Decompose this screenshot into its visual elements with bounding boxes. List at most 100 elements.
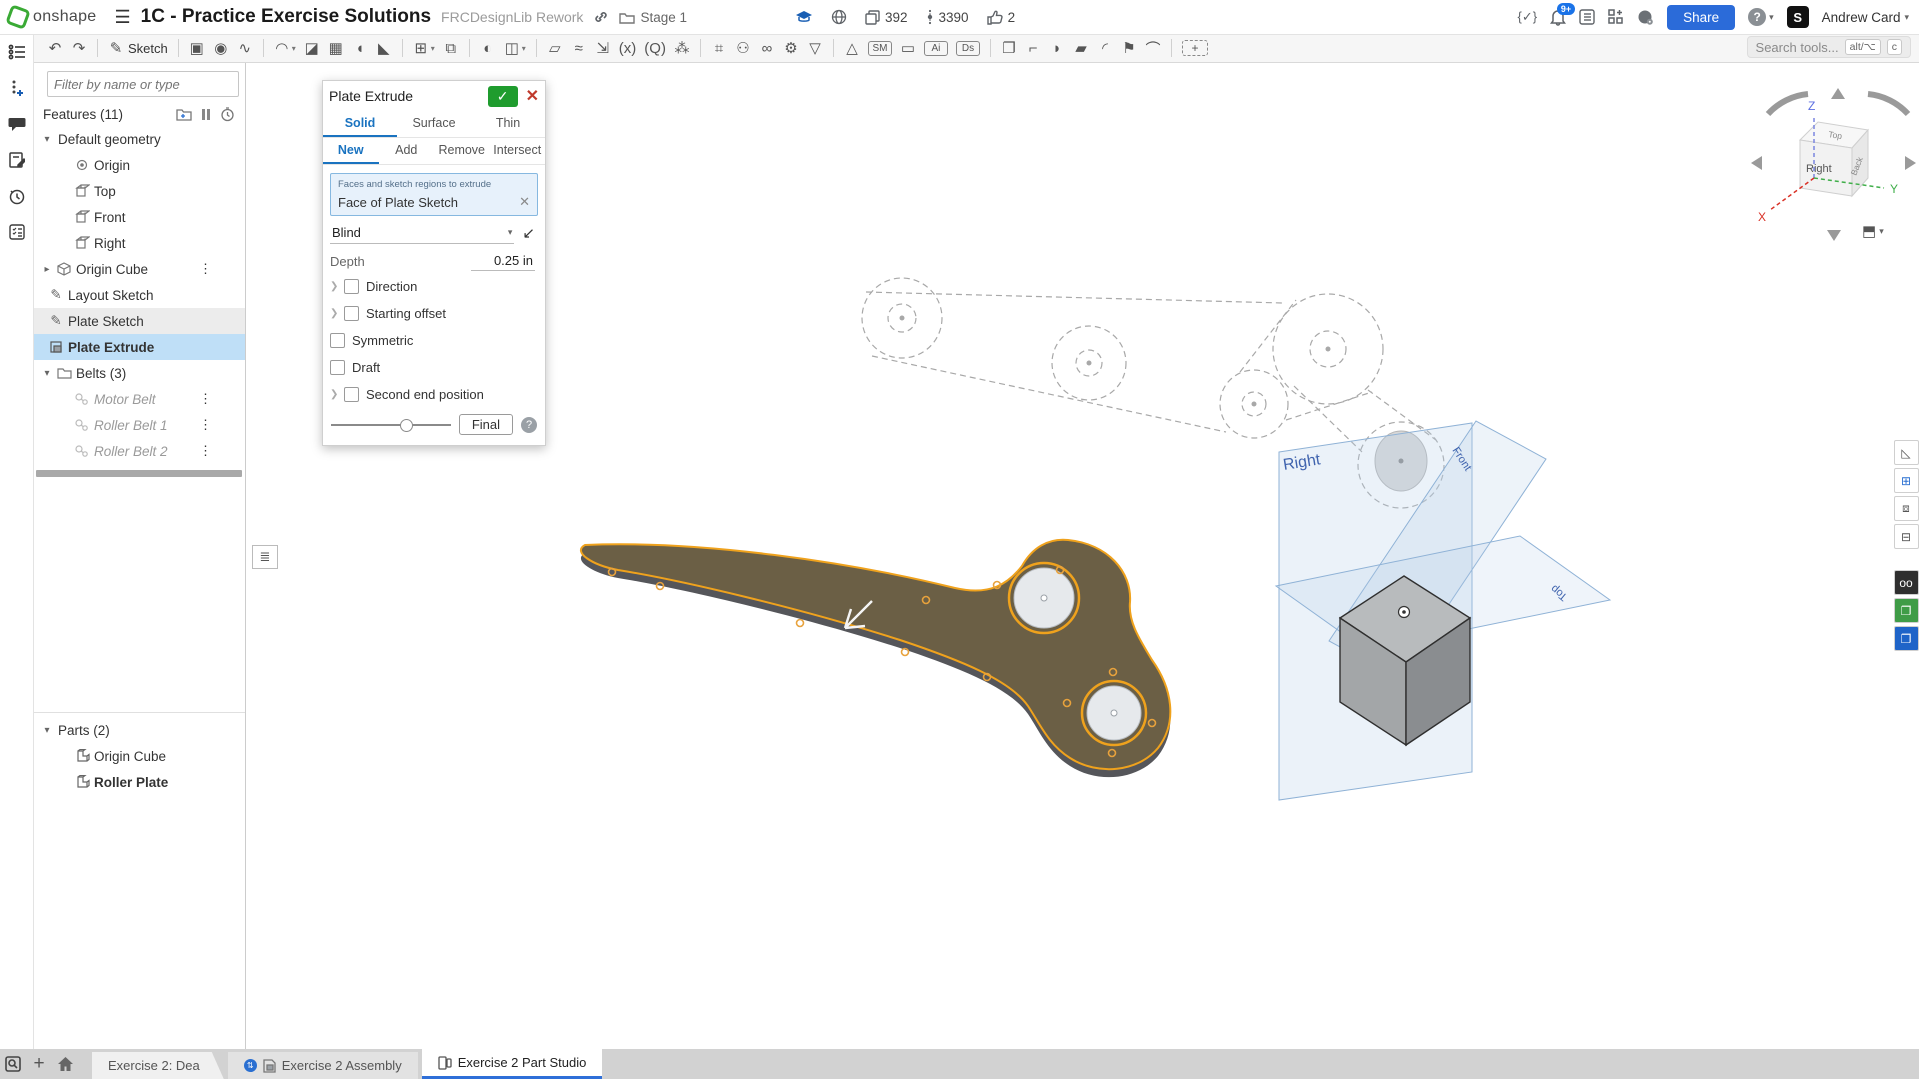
tool-plate-tool-icon[interactable]: ▰ [1069,36,1093,60]
tree-item-origin[interactable]: Origin [33,152,245,178]
draft-checkbox[interactable] [330,360,345,375]
tool-plane-icon[interactable]: ▱ [543,36,567,60]
hamburger-menu-icon[interactable]: ☰ [115,7,131,28]
roller-plate-part[interactable] [581,540,1170,777]
configurations-icon[interactable]: ⧈ [1894,496,1919,521]
symmetric-checkbox[interactable] [330,333,345,348]
new-tab-button[interactable]: + [26,1051,52,1077]
tab-exercise-2-part-studio[interactable]: Exercise 2 Part Studio [422,1049,603,1079]
tool-transform-icon[interactable]: ⇲ [591,36,615,60]
tab-add[interactable]: Add [379,138,435,164]
tool-mirror-icon[interactable]: ⧉ [439,36,463,60]
tree-item-motor-belt[interactable]: Motor Belt ⋮ [33,386,245,412]
user-menu[interactable]: Andrew Card ▾ [1822,10,1909,25]
rotate-up-arrow[interactable] [1831,88,1845,99]
document-title[interactable]: 1C - Practice Exercise Solutions [141,6,431,28]
expand-caret-icon[interactable]: ❯ [330,389,344,400]
collapse-caret-icon[interactable]: ▾ [39,368,55,379]
help-menu[interactable]: ? ▾ [1748,8,1774,26]
end-condition-dropdown[interactable]: Blind ▾ [330,222,514,244]
item-menu-dots-icon[interactable]: ⋮ [199,417,211,433]
dialog-help-icon[interactable]: ? [521,417,537,433]
tool-extrude-icon[interactable]: ▣ [185,36,209,60]
parts-header-row[interactable]: ▾ Parts (2) [33,717,245,743]
globe-icon[interactable] [831,9,847,25]
tree-item-top-plane[interactable]: Top [33,178,245,204]
link-icon[interactable] [593,9,609,25]
tool-boolean-icon[interactable]: ◐ [476,36,500,60]
second-end-checkbox[interactable] [344,387,359,402]
onshape-logo[interactable]: onshape [8,7,97,27]
tree-item-front-plane[interactable]: Front [33,204,245,230]
tool-ai-tool-icon[interactable]: Ai [920,36,952,60]
tree-item-right-plane[interactable]: Right [33,230,245,256]
breadcrumb[interactable]: Stage 1 [619,10,687,25]
comments-panel-icon[interactable] [7,114,27,134]
tool-pattern-icon[interactable]: ⊞▾ [409,36,439,60]
tab-search-icon[interactable] [0,1051,26,1077]
collapse-caret-icon[interactable]: ▾ [39,725,55,736]
versions-stat[interactable]: 3390 [926,9,969,25]
tree-item-plate-sketch[interactable]: ✎ Plate Sketch [33,308,245,334]
option-starting-offset[interactable]: ❯ Starting offset [323,300,545,327]
tool-ds-tool-icon[interactable]: Ds [952,36,984,60]
expand-caret-icon[interactable]: ❯ [330,281,344,292]
confirm-button[interactable]: ✓ [488,86,518,107]
user-avatar[interactable]: S [1787,6,1809,28]
option-direction[interactable]: ❯ Direction [323,273,545,300]
tree-item-origin-cube-feature[interactable]: ▸ Origin Cube ⋮ [33,256,245,282]
depth-value-field[interactable]: 0.25 in [471,251,535,271]
insert-item-icon[interactable] [7,78,27,98]
suppress-pause-icon[interactable] [202,109,210,120]
viewport-tree-toggle[interactable]: ≣ [252,545,278,569]
tool-enclose-icon[interactable]: ▦ [324,36,348,60]
tasks-list-icon[interactable] [1579,9,1595,25]
tool-replicate-icon[interactable]: ⁂ [670,36,694,60]
clear-selection-icon[interactable]: ✕ [519,194,530,210]
rotate-right-step-arrow[interactable] [1905,156,1916,170]
green-library-icon[interactable]: ❐ [1894,598,1919,623]
mkcad-robot-icon[interactable]: oo [1894,570,1919,595]
view-cube[interactable]: Right Top Back Z Y X [1751,88,1916,241]
tool-triangle-measure-icon[interactable]: △ [840,36,864,60]
history-panel-icon[interactable] [7,186,27,206]
tool-sweep-icon[interactable]: ∿ [233,36,257,60]
tool-lookup-icon[interactable]: (Q) [640,36,670,60]
feature-list-panel-icon[interactable] [7,42,27,62]
tree-item-roller-belt-2[interactable]: Roller Belt 2 ⋮ [33,438,245,464]
share-button[interactable]: Share [1667,5,1735,30]
tool-bend-icon[interactable]: ⌐ [1021,36,1045,60]
tool-redo-icon[interactable]: ↷ [67,36,91,60]
measure-tool-icon[interactable]: ◺ [1894,440,1919,465]
notes-panel-icon[interactable] [7,150,27,170]
tool-sketch-icon[interactable]: ✎Sketch [104,36,172,60]
tool-variable-icon[interactable]: (x) [615,36,641,60]
plate-top-face[interactable] [581,540,1170,769]
tree-item-roller-belt-1[interactable]: Roller Belt 1 ⋮ [33,412,245,438]
search-tools[interactable]: Search tools... alt/⌥ c [1747,36,1911,58]
tool-wrap-icon[interactable]: ◗ [1045,36,1069,60]
tab-new[interactable]: New [323,138,379,164]
rollback-clock-icon[interactable] [220,107,235,122]
tool-chamfer-icon[interactable]: ◣ [372,36,396,60]
home-tab-icon[interactable] [52,1051,78,1077]
option-symmetric[interactable]: Symmetric [323,327,545,354]
feature-table-icon[interactable]: ⊟ [1894,524,1919,549]
tree-item-default-geometry[interactable]: ▾ Default geometry [33,126,245,152]
option-draft[interactable]: Draft [323,354,545,381]
direction-checkbox[interactable] [344,279,359,294]
item-menu-dots-icon[interactable]: ⋮ [199,443,211,459]
tool-export-icon[interactable]: ❐ [997,36,1021,60]
tab-intersect[interactable]: Intersect [490,138,546,164]
expand-caret-icon[interactable]: ▸ [39,264,55,275]
tab-solid[interactable]: Solid [323,111,397,137]
collapse-caret-icon[interactable]: ▾ [39,134,55,145]
tree-item-layout-sketch[interactable]: ✎ Layout Sketch [33,282,245,308]
viewport-3d-scene[interactable]: Right Front Top [0,0,1919,1049]
tab-thin[interactable]: Thin [471,111,545,137]
rotate-left-arrow[interactable] [1768,94,1808,114]
tab-exercise-2-dea[interactable]: Exercise 2: Dea [92,1052,224,1079]
likes-stat[interactable]: 2 [987,10,1016,25]
tool-funnel-icon[interactable]: ▽ [803,36,827,60]
tool-helix-icon[interactable]: ≈ [567,36,591,60]
